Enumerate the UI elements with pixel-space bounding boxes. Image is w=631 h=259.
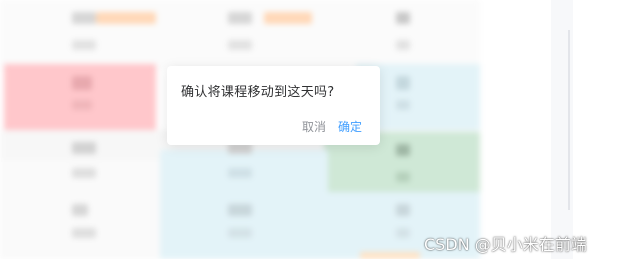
blurred-text: [396, 40, 410, 50]
blurred-text: [396, 100, 410, 110]
blurred-text: [396, 144, 410, 156]
blurred-text: [72, 100, 92, 110]
blurred-text: [228, 228, 252, 238]
blurred-text: [72, 142, 96, 154]
confirm-button[interactable]: 确定: [338, 118, 362, 135]
blurred-text: [396, 12, 410, 24]
blurred-text: [72, 168, 96, 178]
calendar-row: [0, 0, 480, 70]
blurred-text: [396, 204, 410, 216]
blurred-text: [228, 204, 252, 216]
cancel-button[interactable]: 取消: [302, 118, 326, 135]
move-course-popconfirm: 确认将课程移动到这天吗? 取消 确定: [167, 66, 380, 145]
blurred-text: [396, 76, 410, 90]
blurred-text: [72, 40, 96, 50]
header-tag: [264, 12, 312, 24]
scrollbar-thumb[interactable]: [568, 30, 570, 210]
blurred-text: [228, 168, 252, 178]
blurred-text: [72, 76, 92, 90]
blurred-text: [396, 172, 410, 182]
blurred-text: [72, 204, 88, 216]
header-tag: [96, 12, 156, 24]
blurred-text: [228, 12, 252, 24]
popconfirm-actions: 取消 确定: [302, 118, 362, 135]
blurred-text: [228, 40, 252, 50]
calendar-cell-red: [4, 64, 156, 130]
header-tag: [360, 252, 420, 259]
popconfirm-message: 确认将课程移动到这天吗?: [181, 85, 335, 100]
blurred-text: [72, 12, 96, 24]
blurred-text: [396, 228, 410, 238]
blurred-text: [72, 228, 96, 238]
watermark: CSDN @贝小米在前端: [424, 235, 587, 254]
